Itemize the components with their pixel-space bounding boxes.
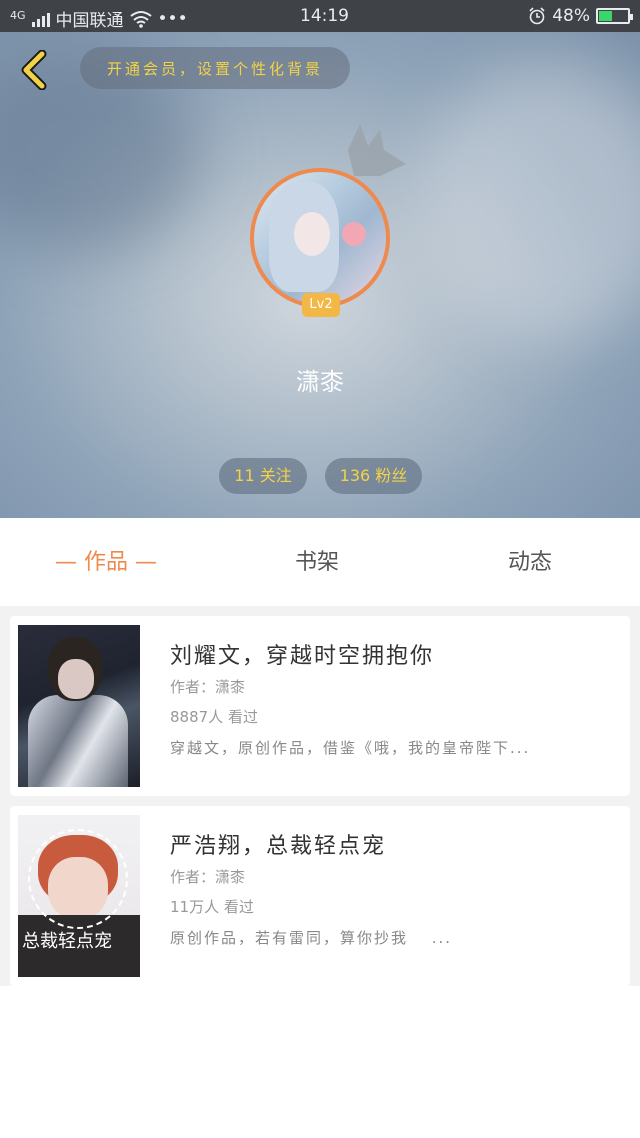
fans-button[interactable]: 136 粉丝 xyxy=(325,458,422,494)
list-item[interactable]: 刘耀文，穿越时空拥抱你 作者：潇桼 8887人 看过 穿越文，原创作品，借鉴《哦… xyxy=(10,616,630,796)
signal-icon xyxy=(31,11,50,27)
book-views: 11万人 看过 xyxy=(170,898,254,916)
avatar-flower xyxy=(342,222,366,246)
book-description: 穿越文，原创作品，借鉴《哦，我的皇帝陛下... xyxy=(170,739,531,757)
background-haze xyxy=(420,62,640,342)
following-button[interactable]: 11 关注 xyxy=(219,458,307,494)
tab-activity[interactable]: 动态 xyxy=(508,544,552,576)
book-cover: 总裁轻点宠 xyxy=(18,815,140,977)
carrier-name: 中国联通 xyxy=(55,11,124,31)
back-arrow-icon[interactable] xyxy=(16,50,52,90)
more-dots: ••• xyxy=(157,8,188,29)
cover-figure xyxy=(58,659,94,699)
avatar-face xyxy=(294,212,330,256)
book-author: 作者：潇桼 xyxy=(170,678,246,696)
tab-bookshelf[interactable]: 书架 xyxy=(295,544,339,576)
battery-fill xyxy=(599,11,613,21)
wifi-icon xyxy=(129,10,152,28)
book-title: 严浩翔，总裁轻点宠 xyxy=(170,834,387,859)
clock: 14:19 xyxy=(300,6,349,26)
cover-decoration xyxy=(28,829,128,929)
cover-figure xyxy=(28,695,128,787)
level-badge: Lv2 xyxy=(302,293,340,317)
status-bar: 4G 中国联通 ••• 14:19 48% xyxy=(0,0,640,32)
tab-works[interactable]: — 作品 — xyxy=(55,544,157,576)
list-item[interactable]: 总裁轻点宠 严浩翔，总裁轻点宠 作者：潇桼 11万人 看过 原创作品，若有雷同，… xyxy=(10,806,630,986)
book-title: 刘耀文，穿越时空拥抱你 xyxy=(170,644,435,669)
battery-percent: 48% xyxy=(552,6,590,26)
profile-header: 开通会员，设置个性化背景 Lv2 潇桼 11 关注 136 粉丝 xyxy=(0,32,640,518)
cover-title: 总裁轻点宠 xyxy=(22,931,112,952)
book-author: 作者：潇桼 xyxy=(170,868,246,886)
book-views: 8887人 看过 xyxy=(170,708,258,726)
book-description: 原创作品，若有雷同，算你抄我 ... xyxy=(170,929,453,947)
username: 潇桼 xyxy=(296,368,344,396)
alarm-icon xyxy=(529,7,545,25)
book-cover xyxy=(18,625,140,787)
vip-banner-button[interactable]: 开通会员，设置个性化背景 xyxy=(80,47,350,89)
network-type: 4G xyxy=(10,9,26,22)
avatar[interactable] xyxy=(250,168,390,308)
battery-icon xyxy=(596,8,633,24)
profile-tabs: — 作品 — 书架 动态 xyxy=(0,518,640,606)
works-list: 刘耀文，穿越时空拥抱你 作者：潇桼 8887人 看过 穿越文，原创作品，借鉴《哦… xyxy=(0,606,640,986)
